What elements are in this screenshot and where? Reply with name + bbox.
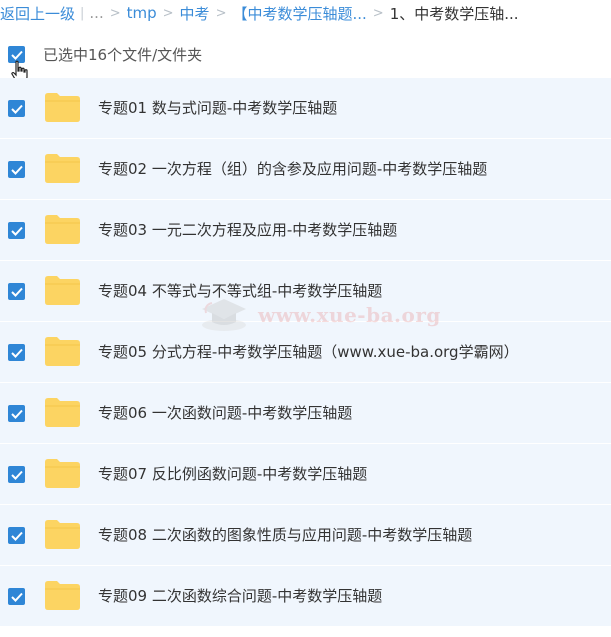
breadcrumb-item-zhongkao[interactable]: 中考 [180,3,210,24]
checkmark-icon [10,226,23,236]
file-name[interactable]: 专题09 二次函数综合问题-中考数学压轴题 [98,566,382,627]
file-name[interactable]: 专题03 一元二次方程及应用-中考数学压轴题 [98,200,397,261]
checkmark-icon [10,470,23,480]
file-row[interactable]: 专题06 一次函数问题-中考数学压轴题 [0,383,611,444]
chevron-right-icon: > [215,5,227,21]
folder-icon [45,520,80,549]
folder-icon [45,459,80,488]
selection-count-text: 已选中16个文件/文件夹 [43,46,203,64]
file-name[interactable]: 专题02 一次方程（组）的含参及应用问题-中考数学压轴题 [98,139,487,200]
checkmark-icon [10,287,23,297]
folder-icon [45,276,80,305]
file-row[interactable]: 专题01 数与式问题-中考数学压轴题 [0,78,611,139]
back-link[interactable]: 返回上一级 [0,3,75,24]
chevron-right-icon: > [372,5,384,21]
chevron-right-icon: > [162,5,174,21]
folder-icon [45,154,80,183]
checkmark-icon [10,348,23,358]
checkmark-icon [10,409,23,419]
folder-icon [45,215,80,244]
file-name[interactable]: 专题06 一次函数问题-中考数学压轴题 [98,383,352,444]
checkmark-icon [10,104,23,114]
breadcrumb-divider: | [80,5,85,21]
breadcrumb-ellipsis[interactable]: ... [89,4,103,22]
row-checkbox[interactable] [8,588,25,605]
breadcrumb-current: 1、中考数学压轴... [389,4,519,23]
file-name[interactable]: 专题08 二次函数的图象性质与应用问题-中考数学压轴题 [98,505,472,566]
file-row[interactable]: 专题02 一次方程（组）的含参及应用问题-中考数学压轴题 [0,139,611,200]
file-row[interactable]: 专题05 分式方程-中考数学压轴题（www.xue-ba.org学霸网） [0,322,611,383]
checkmark-icon [10,165,23,175]
file-name[interactable]: 专题01 数与式问题-中考数学压轴题 [98,78,337,139]
file-list: 专题01 数与式问题-中考数学压轴题 专题02 一次方程（组）的含参及应用问题-… [0,78,611,627]
file-name[interactable]: 专题07 反比例函数问题-中考数学压轴题 [98,444,367,505]
row-checkbox[interactable] [8,100,25,117]
row-checkbox[interactable] [8,283,25,300]
checkmark-icon [10,50,23,60]
folder-icon [45,337,80,366]
folder-icon [45,93,80,122]
checkmark-icon [10,592,23,602]
file-row[interactable]: 专题04 不等式与不等式组-中考数学压轴题 [0,261,611,322]
chevron-right-icon: > [109,5,121,21]
file-row[interactable]: 专题03 一元二次方程及应用-中考数学压轴题 [0,200,611,261]
row-checkbox[interactable] [8,466,25,483]
checkmark-icon [10,531,23,541]
file-row[interactable]: 专题08 二次函数的图象性质与应用问题-中考数学压轴题 [0,505,611,566]
file-row[interactable]: 专题09 二次函数综合问题-中考数学压轴题 [0,566,611,627]
folder-icon [45,581,80,610]
row-checkbox[interactable] [8,222,25,239]
row-checkbox[interactable] [8,344,25,361]
folder-icon [45,398,80,427]
breadcrumb: 返回上一级 | ... > tmp > 中考 > 【中考数学压轴题... > 1… [0,0,611,26]
breadcrumb-item-folder[interactable]: 【中考数学压轴题... [232,3,366,24]
file-row[interactable]: 专题07 反比例函数问题-中考数学压轴题 [0,444,611,505]
row-checkbox[interactable] [8,161,25,178]
row-checkbox[interactable] [8,405,25,422]
row-checkbox[interactable] [8,527,25,544]
file-name[interactable]: 专题05 分式方程-中考数学压轴题（www.xue-ba.org学霸网） [98,322,519,383]
breadcrumb-item-tmp[interactable]: tmp [127,4,157,22]
file-name[interactable]: 专题04 不等式与不等式组-中考数学压轴题 [98,261,382,322]
file-browser: 返回上一级 | ... > tmp > 中考 > 【中考数学压轴题... > 1… [0,0,611,637]
